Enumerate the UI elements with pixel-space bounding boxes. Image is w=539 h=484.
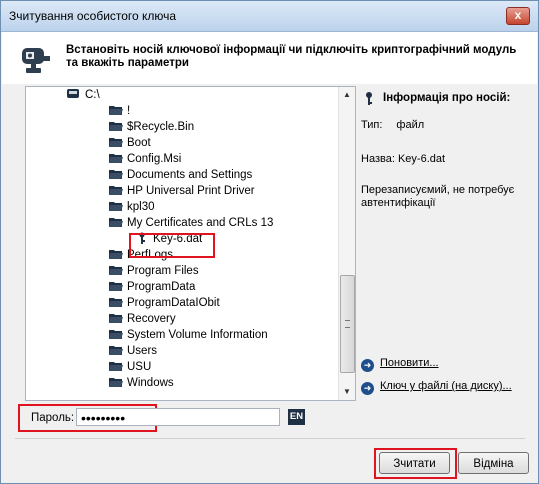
info-description: Перезаписуємий, не потребує автентифікац… — [361, 184, 515, 209]
tree-folder-item[interactable]: Windows — [108, 375, 174, 391]
tree-folder-item[interactable]: My Certificates and CRLs 13 — [108, 215, 273, 231]
refresh-link[interactable]: Поновити... — [380, 357, 439, 369]
folder-icon — [109, 266, 123, 275]
tree-item-label: My Certificates and CRLs 13 — [127, 217, 274, 229]
cancel-button[interactable]: Відміна — [458, 452, 529, 474]
instruction-header: Встановіть носій ключової інформації чи … — [2, 32, 537, 84]
password-field[interactable]: ••••••••• — [76, 408, 280, 426]
name-label: Назва: — [361, 153, 395, 165]
info-name: Назва: Key-6.dat — [361, 153, 529, 166]
tree-folder-item[interactable]: $Recycle.Bin — [108, 119, 194, 135]
folder-icon — [109, 378, 123, 387]
folder-icon — [109, 170, 123, 179]
grip-icon — [345, 320, 350, 328]
tree-item-label: Program Files — [127, 265, 199, 277]
info-type: Тип: файл — [361, 119, 529, 132]
keyboard-layout-badge[interactable]: EN — [288, 409, 305, 425]
folder-icon — [109, 362, 123, 371]
folder-icon — [109, 218, 123, 227]
folder-icon — [109, 298, 123, 307]
folder-icon — [109, 186, 123, 195]
tree-item-label: Windows — [127, 377, 174, 389]
drive-icon — [67, 89, 79, 98]
divider — [15, 438, 525, 439]
password-label: Пароль: — [31, 412, 75, 424]
refresh-link-row[interactable]: ➜ Поновити... — [361, 357, 439, 372]
instruction-text: Встановіть носій ключової інформації чи … — [66, 44, 517, 69]
scroll-down-icon[interactable]: ▼ — [339, 384, 355, 400]
tree-folder-item[interactable]: ! — [108, 103, 130, 119]
tree-folder-item[interactable]: Recovery — [108, 311, 176, 327]
file-key-link[interactable]: Ключ у файлі (на диску)... — [380, 380, 512, 392]
folder-icon — [109, 314, 123, 323]
tree-item-label: Config.Msi — [127, 153, 182, 165]
selected-file-highlight — [129, 233, 215, 258]
tree-item-label: $Recycle.Bin — [127, 121, 195, 133]
scroll-up-icon[interactable]: ▲ — [339, 87, 355, 103]
tree-folder-item[interactable]: Program Files — [108, 263, 199, 279]
type-label: Тип: — [361, 119, 383, 131]
window-title: Зчитування особистого ключа — [9, 9, 177, 23]
tree-item-label: System Volume Information — [127, 329, 268, 341]
folder-icon — [109, 138, 123, 147]
tree-item-label: ! — [127, 105, 131, 117]
folder-icon — [109, 202, 123, 211]
arrow-right-icon: ➜ — [361, 359, 374, 372]
folder-icon — [109, 154, 123, 163]
folder-icon — [109, 346, 123, 355]
tree-folder-item[interactable]: ProgramData — [108, 279, 195, 295]
tree-item-label: Recovery — [127, 313, 176, 325]
tree-item-label: Boot — [127, 137, 151, 149]
tree-item-label: kpl30 — [127, 201, 155, 213]
read-button-highlight — [374, 448, 457, 479]
folder-icon — [109, 122, 123, 131]
tree-folder-item[interactable]: Documents and Settings — [108, 167, 252, 183]
media-info-panel: Інформація про носій: Тип: файл Назва: Ke… — [361, 86, 531, 399]
tree-folder-item[interactable]: Config.Msi — [108, 151, 181, 167]
tree-folder-item[interactable]: kpl30 — [108, 199, 155, 215]
tree-root-drive[interactable]: C:\ — [66, 87, 100, 103]
scroll-thumb[interactable] — [340, 275, 355, 373]
tree-folder-item[interactable]: ProgramDataIObit — [108, 295, 220, 311]
tree-item-label: Users — [127, 345, 158, 357]
key-device-icon — [22, 48, 50, 73]
tree-item-label: USU — [127, 361, 152, 373]
tree-item-label: HP Universal Print Driver — [127, 185, 255, 197]
tree-item-label: ProgramDataIObit — [127, 297, 220, 309]
tree-folder-item[interactable]: HP Universal Print Driver — [108, 183, 255, 199]
tree-folder-item[interactable]: System Volume Information — [108, 327, 268, 343]
arrow-right-icon: ➜ — [361, 382, 374, 395]
tree-folder-item[interactable]: Users — [108, 343, 157, 359]
tree-root-label: C:\ — [85, 89, 100, 101]
title-bar: Зчитування особистого ключа x — [1, 1, 538, 32]
tree-scrollbar[interactable]: ▲ ▼ — [338, 87, 355, 400]
tree-folder-item[interactable]: USU — [108, 359, 151, 375]
key-icon — [366, 92, 372, 105]
info-title: Інформація про носій: — [383, 92, 511, 104]
name-value: Key-6.dat — [397, 153, 446, 165]
close-button[interactable]: x — [506, 7, 530, 25]
folder-icon — [109, 250, 123, 259]
type-value: файл — [396, 119, 425, 131]
folder-icon — [109, 106, 123, 115]
folder-icon — [109, 330, 123, 339]
tree-folder-item[interactable]: Boot — [108, 135, 151, 151]
key-reading-dialog: Зчитування особистого ключа x Встановіть… — [0, 0, 539, 484]
tree-item-label: ProgramData — [127, 281, 196, 293]
file-key-link-row[interactable]: ➜ Ключ у файлі (на диску)... — [361, 380, 512, 395]
tree-item-label: Documents and Settings — [127, 169, 253, 181]
folder-icon — [109, 282, 123, 291]
